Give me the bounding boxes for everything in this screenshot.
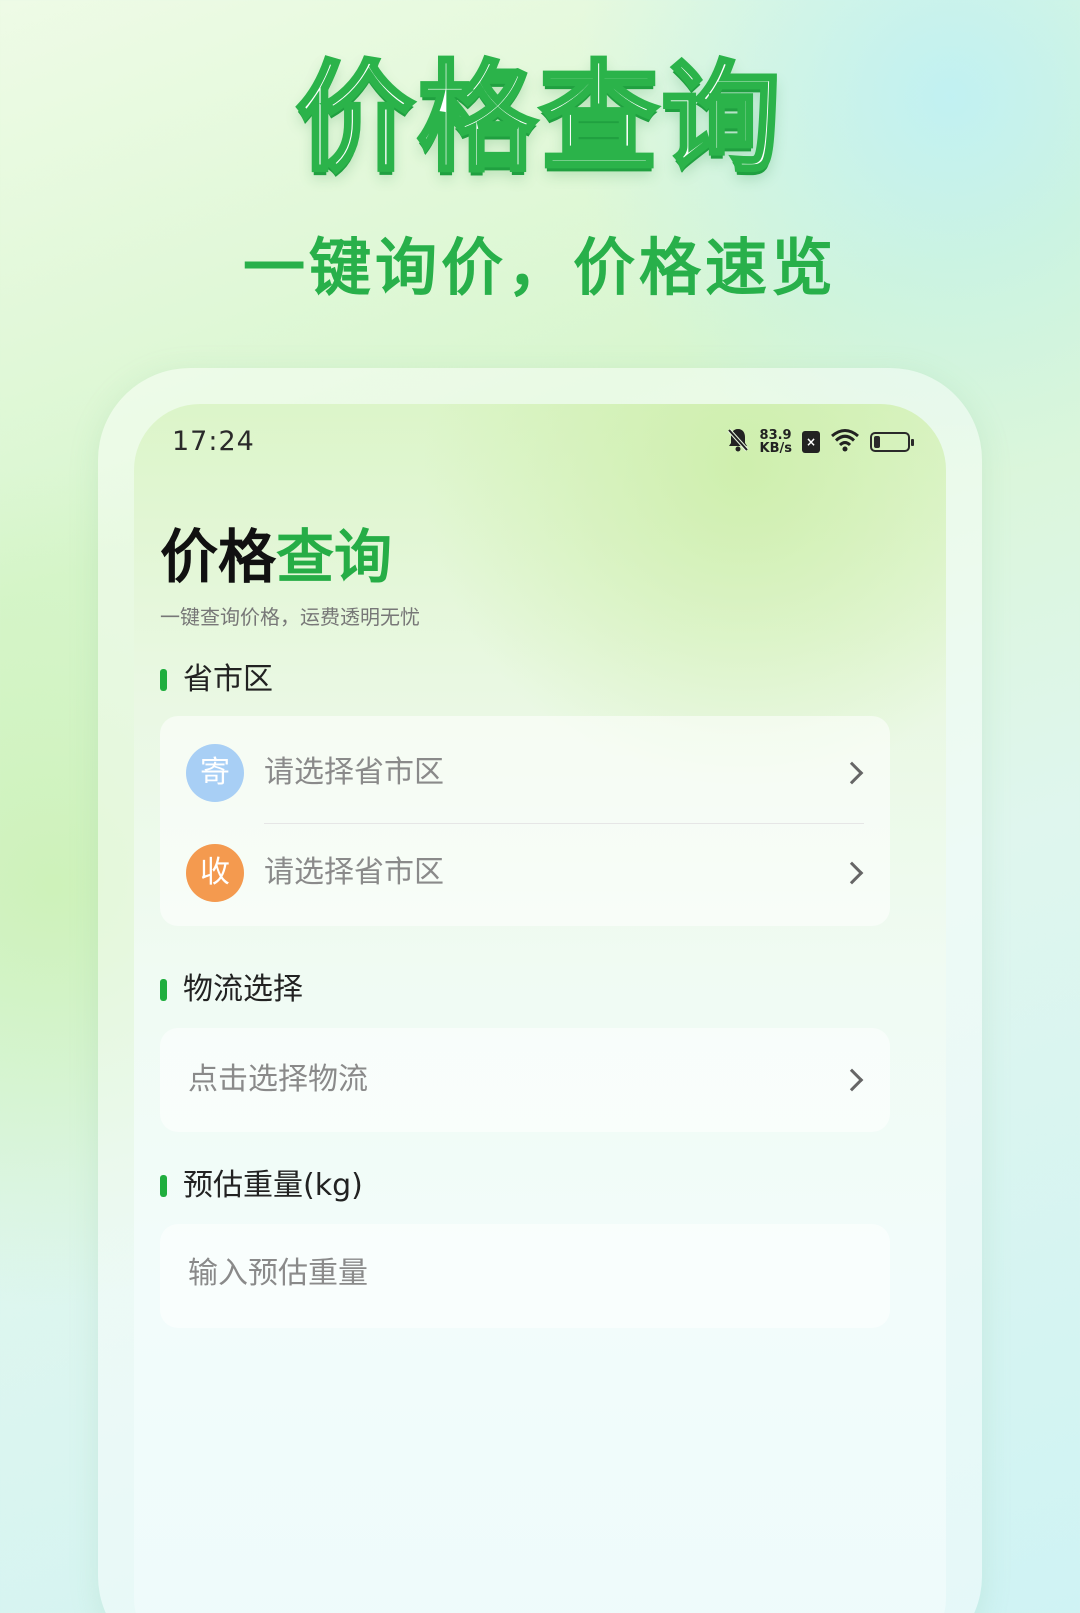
section-logistics-heading: 物流选择 xyxy=(160,972,303,1008)
weight-placeholder: 输入预估重量 xyxy=(188,1256,368,1291)
wifi-icon xyxy=(830,428,860,456)
send-region-row[interactable]: 寄 请选择省市区 xyxy=(160,728,890,818)
bell-muted-icon xyxy=(726,427,750,457)
battery-icon xyxy=(870,432,914,452)
receive-region-placeholder: 请选择省市区 xyxy=(264,855,444,890)
page-title-accent: 查询 xyxy=(276,523,393,591)
battery-tip xyxy=(911,439,914,446)
promo-subtitle: 一键询价，价格速览 xyxy=(242,231,837,304)
section-marker xyxy=(160,1175,167,1197)
logistics-select[interactable]: 点击选择物流 xyxy=(160,1028,890,1132)
row-divider xyxy=(264,823,864,824)
sim-icon: × xyxy=(802,431,820,453)
section-weight-label: 预估重量(kg) xyxy=(183,1168,363,1203)
page-subtitle: 一键查询价格，运费透明无忧 xyxy=(160,605,420,629)
chevron-right-icon xyxy=(840,761,864,785)
page-title: 价格查询 xyxy=(160,522,392,592)
weight-input[interactable]: 输入预估重量 xyxy=(160,1224,890,1328)
network-speed: 83.9 KB/s xyxy=(760,429,792,455)
page-title-main: 价格 xyxy=(160,523,277,591)
logistics-placeholder: 点击选择物流 xyxy=(188,1062,368,1097)
promo-title: 价格查询 xyxy=(294,47,784,189)
chevron-right-icon xyxy=(840,1068,864,1092)
section-marker xyxy=(160,979,167,1001)
section-region-label: 省市区 xyxy=(183,662,273,697)
receive-region-row[interactable]: 收 请选择省市区 xyxy=(160,828,890,918)
region-card: 寄 请选择省市区 收 请选择省市区 xyxy=(160,716,890,926)
status-time: 17:24 xyxy=(172,426,255,457)
section-marker xyxy=(160,669,167,691)
status-icons: 83.9 KB/s × xyxy=(726,422,914,462)
receive-badge: 收 xyxy=(186,844,244,902)
battery-level xyxy=(874,436,880,448)
section-logistics-label: 物流选择 xyxy=(183,972,303,1007)
network-speed-unit: KB/s xyxy=(759,441,792,456)
section-region-heading: 省市区 xyxy=(160,662,273,698)
section-weight-heading: 预估重量(kg) xyxy=(160,1168,363,1204)
send-badge: 寄 xyxy=(186,744,244,802)
send-region-placeholder: 请选择省市区 xyxy=(264,755,444,790)
chevron-right-icon xyxy=(840,861,864,885)
phone-screen: 17:24 83.9 KB/s × 价格查询 一键查询价格，运费透明无忧 省市区… xyxy=(134,404,946,1613)
